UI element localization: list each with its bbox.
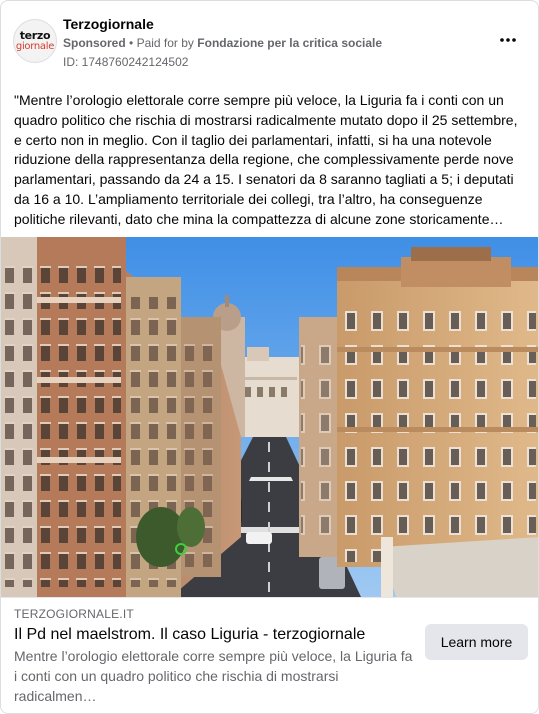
sponsored-line: Sponsored • Paid for by Fondazione per l… — [63, 36, 382, 50]
page-name-link[interactable]: Terzogiornale — [63, 16, 154, 32]
post-header: terzo giornale Terzogiornale Sponsored •… — [13, 13, 526, 73]
learn-more-button[interactable]: Learn more — [425, 624, 528, 660]
meta-separator: • — [129, 36, 134, 50]
post-body-text: "Mentre l’orologio elettorale corre semp… — [14, 92, 518, 227]
city-street-photo[interactable] — [1, 237, 539, 597]
link-domain: TERZOGIORNALE.IT — [14, 607, 134, 621]
avatar-logo-top: terzo — [19, 28, 51, 42]
payer-name: Fondazione per la critica sociale — [197, 36, 383, 50]
page-avatar[interactable]: terzo giornale — [13, 19, 57, 63]
ad-id: ID: 1748760242124502 — [63, 55, 189, 69]
sponsored-label[interactable]: Sponsored — [63, 36, 126, 50]
avatar-logo-bottom: giornale — [15, 40, 55, 52]
more-options-icon[interactable] — [496, 31, 520, 51]
paid-for-prefix: Paid for by — [136, 36, 194, 50]
ad-post-card: terzo giornale Terzogiornale Sponsored •… — [0, 0, 539, 714]
link-preview[interactable]: TERZOGIORNALE.IT Il Pd nel maelstrom. Il… — [1, 597, 538, 713]
link-description: Mentre l’orologio elettorale corre sempr… — [14, 648, 413, 704]
link-title[interactable]: Il Pd nel maelstrom. Il caso Liguria - t… — [14, 626, 365, 644]
